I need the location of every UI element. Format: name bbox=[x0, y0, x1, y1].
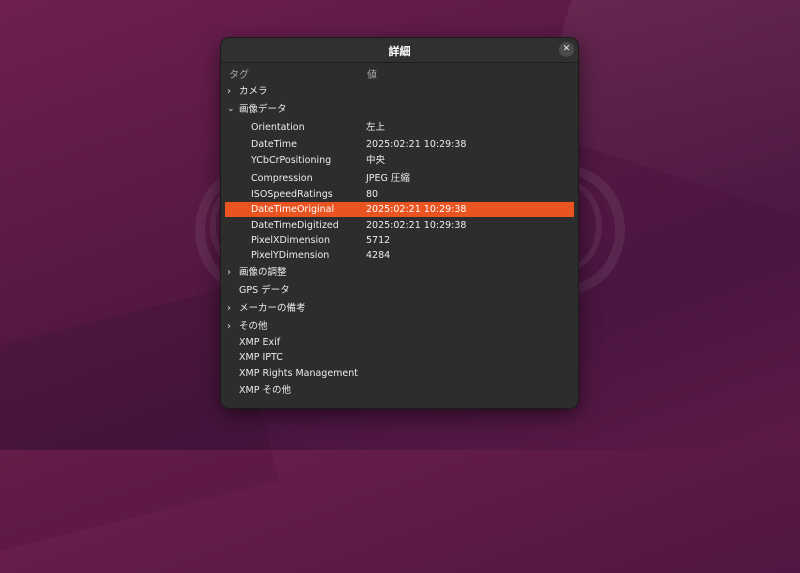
tree-label: カメラ bbox=[239, 86, 268, 97]
tree-row-image-adjust[interactable]: › 画像の調整 bbox=[225, 265, 574, 280]
tree-label: メーカーの備考 bbox=[239, 303, 306, 314]
tree-key: DateTimeOriginal bbox=[251, 204, 335, 215]
tree-key: Orientation bbox=[251, 122, 305, 133]
tree-row[interactable]: DateTimeDigitized 2025:02:21 10:29:38 bbox=[225, 218, 574, 233]
tree-row[interactable]: YCbCrPositioning 中央 bbox=[225, 153, 574, 168]
tree-row-xmp-iptc[interactable]: XMP IPTC bbox=[225, 350, 574, 365]
tree-row[interactable]: PixelXDimension 5712 bbox=[225, 233, 574, 248]
tree-row-selected[interactable]: DateTimeOriginal 2025:02:21 10:29:38 bbox=[225, 202, 574, 217]
tree-value: 2025:02:21 10:29:38 bbox=[366, 204, 467, 215]
column-header: タグ 値 bbox=[221, 66, 578, 82]
tree-label: XMP その他 bbox=[239, 385, 291, 396]
tree-label: 画像データ bbox=[239, 104, 287, 115]
tree-value: JPEG 圧縮 bbox=[366, 173, 410, 184]
column-header-tag[interactable]: タグ bbox=[229, 66, 249, 81]
tree-value: 5712 bbox=[366, 235, 391, 246]
tree-value: 中央 bbox=[366, 155, 386, 166]
tree-key: PixelYDimension bbox=[251, 250, 330, 261]
close-icon: ✕ bbox=[562, 44, 571, 54]
tree-key: ISOSpeedRatings bbox=[251, 189, 333, 200]
details-dialog: 詳細 ✕ タグ 値 › カメラ ⌄ 画像データ Orientation 左上 D… bbox=[221, 38, 578, 408]
tree-key: Compression bbox=[251, 173, 313, 184]
tree-row-other[interactable]: › その他 bbox=[225, 319, 574, 334]
tree-label: XMP IPTC bbox=[239, 352, 283, 363]
column-header-value[interactable]: 値 bbox=[367, 66, 377, 81]
tree-label: 画像の調整 bbox=[239, 267, 287, 278]
tree-label: XMP Exif bbox=[239, 337, 281, 348]
tree-value: 80 bbox=[366, 189, 379, 200]
chevron-down-icon[interactable]: ⌄ bbox=[227, 102, 237, 117]
chevron-right-icon[interactable]: › bbox=[227, 301, 237, 316]
tree-row[interactable]: DateTime 2025:02:21 10:29:38 bbox=[225, 137, 574, 152]
tree-row-camera[interactable]: › カメラ bbox=[225, 84, 574, 99]
tree-value: 左上 bbox=[366, 122, 386, 133]
tree-label: XMP Rights Management bbox=[239, 368, 359, 379]
tree-row-xmp-rights[interactable]: XMP Rights Management bbox=[225, 366, 574, 381]
chevron-right-icon[interactable]: › bbox=[227, 84, 237, 99]
tree-value: 2025:02:21 10:29:38 bbox=[366, 220, 467, 231]
tree-label: その他 bbox=[239, 321, 268, 332]
tree-row[interactable]: Orientation 左上 bbox=[225, 120, 574, 135]
close-button[interactable]: ✕ bbox=[559, 42, 574, 57]
tree-row[interactable]: ISOSpeedRatings 80 bbox=[225, 187, 574, 202]
tree-label: GPS データ bbox=[239, 285, 290, 296]
dialog-title: 詳細 bbox=[388, 45, 411, 58]
chevron-right-icon[interactable]: › bbox=[227, 319, 237, 334]
tree-value: 4284 bbox=[366, 250, 391, 261]
tree-row-image-data[interactable]: ⌄ 画像データ bbox=[225, 102, 574, 117]
tree-row-maker-note[interactable]: › メーカーの備考 bbox=[225, 301, 574, 316]
tree-row-xmp-exif[interactable]: XMP Exif bbox=[225, 335, 574, 350]
tree-row-xmp-other[interactable]: XMP その他 bbox=[225, 383, 574, 398]
chevron-right-icon[interactable]: › bbox=[227, 265, 237, 280]
tree-row[interactable]: Compression JPEG 圧縮 bbox=[225, 171, 574, 186]
dialog-titlebar[interactable]: 詳細 ✕ bbox=[221, 38, 578, 63]
tree-key: DateTimeDigitized bbox=[251, 220, 339, 231]
tree-key: DateTime bbox=[251, 139, 297, 150]
tree-row[interactable]: PixelYDimension 4284 bbox=[225, 248, 574, 263]
tree-value: 2025:02:21 10:29:38 bbox=[366, 139, 467, 150]
tree-row-gps[interactable]: GPS データ bbox=[225, 283, 574, 298]
tree-key: YCbCrPositioning bbox=[251, 155, 332, 166]
tree-key: PixelXDimension bbox=[251, 235, 330, 246]
